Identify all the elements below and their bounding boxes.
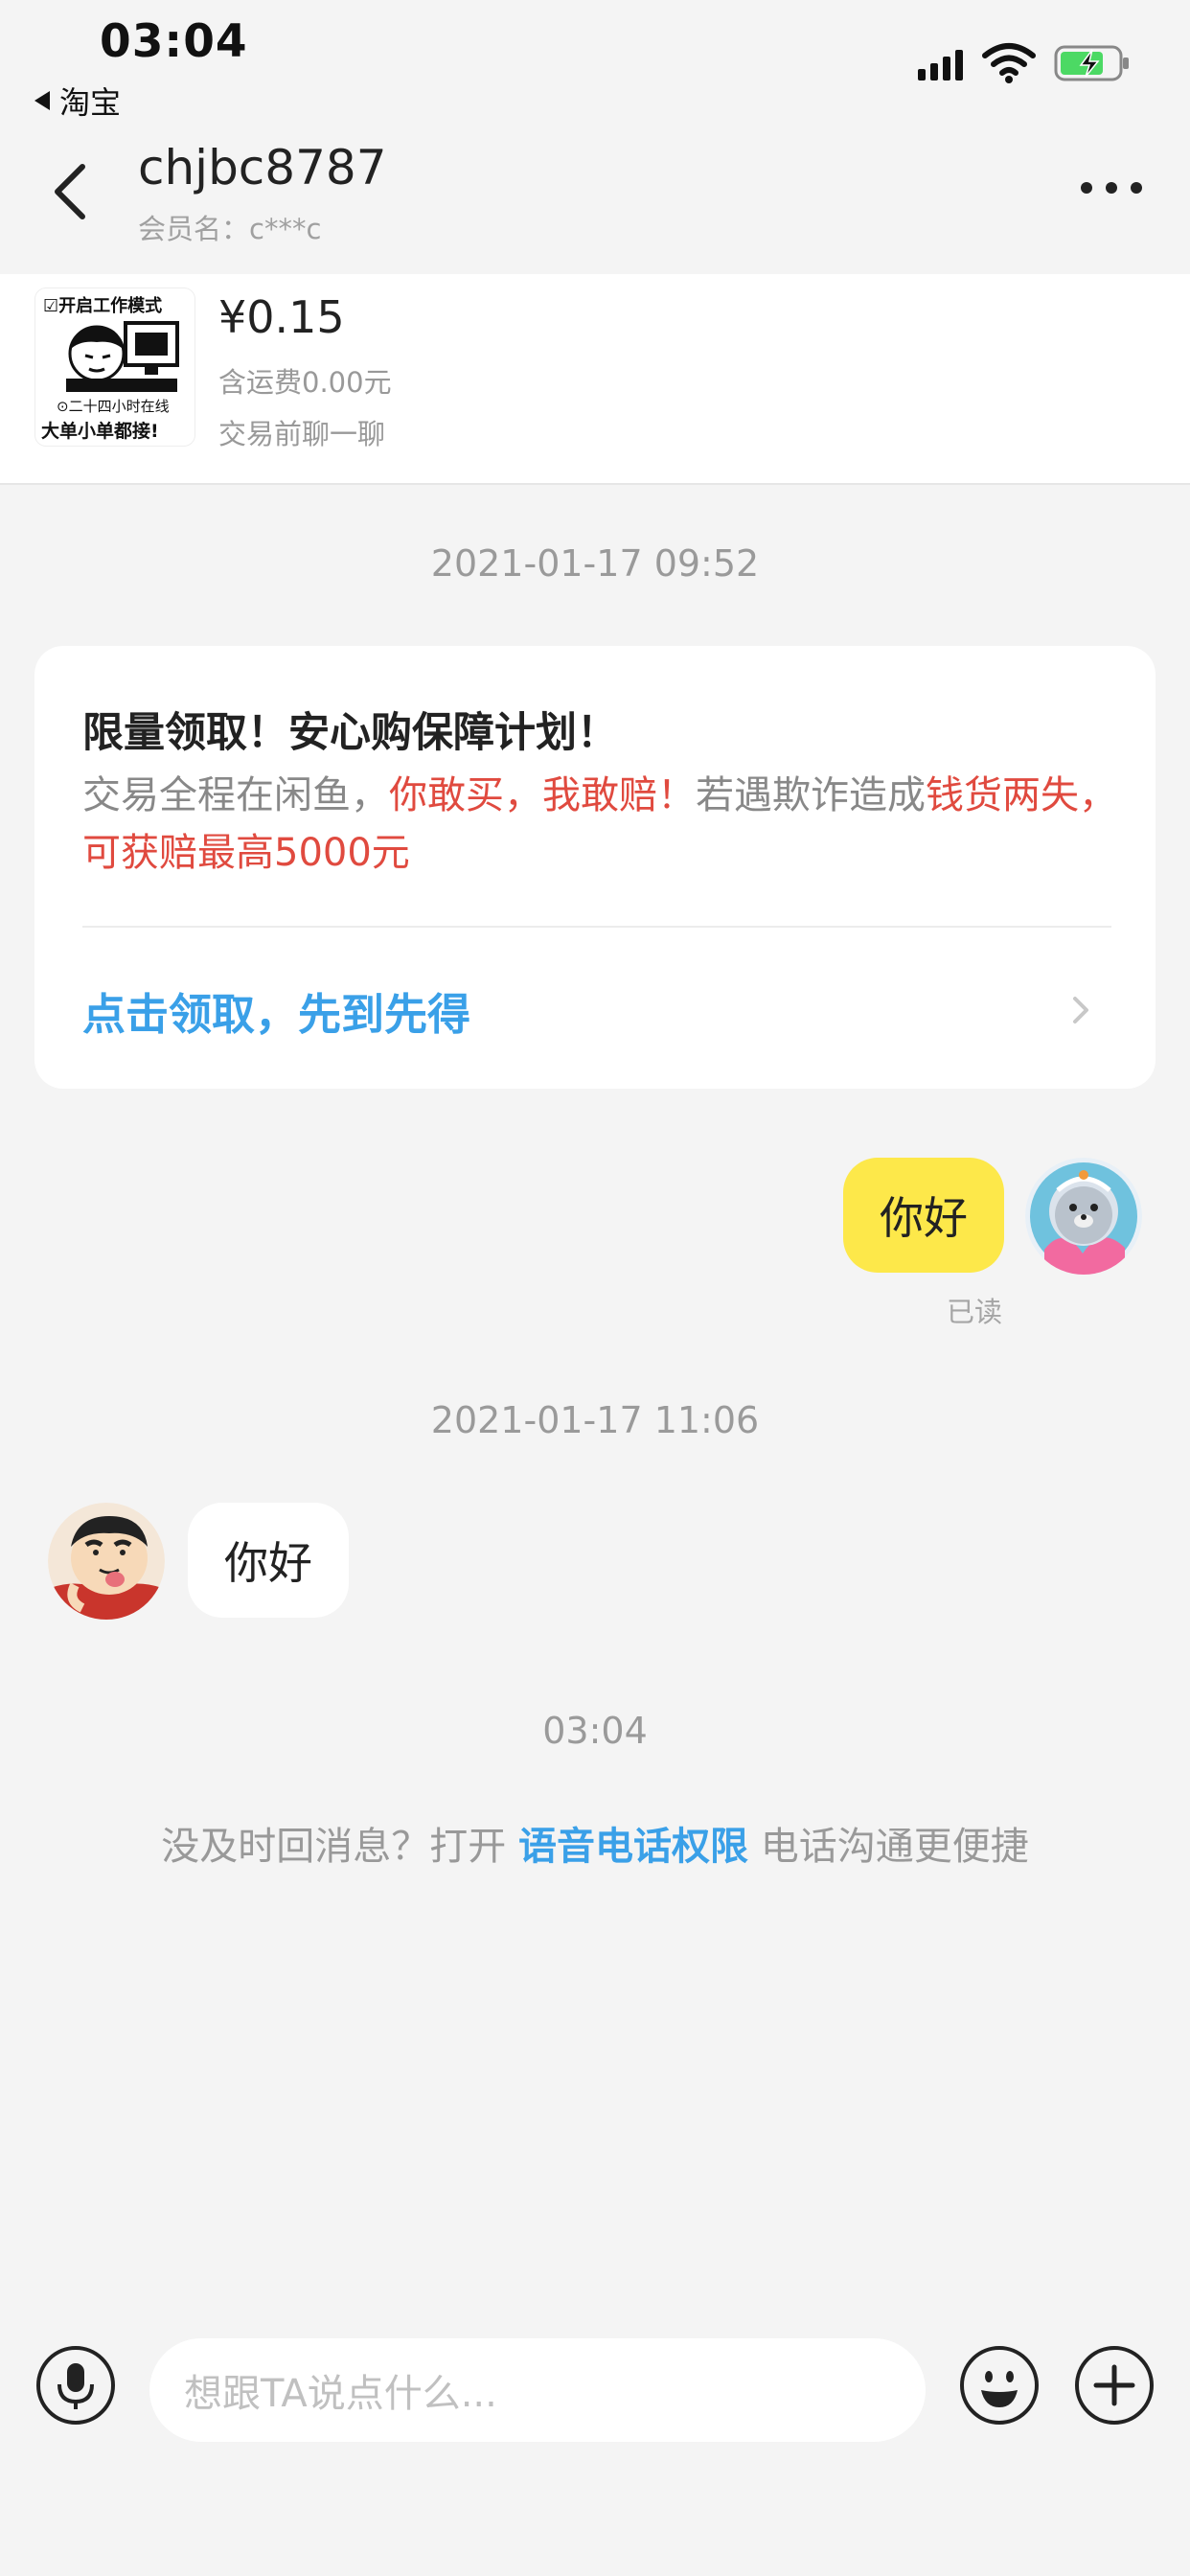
meme-figure-icon: [66, 321, 179, 392]
promo-body-highlight: 你敢买，我敢赔！: [389, 773, 696, 817]
back-triangle-icon: [34, 91, 50, 110]
claim-guarantee-link[interactable]: 点击领取，先到先得: [82, 979, 470, 1042]
voice-call-permission-notice: 没及时回消息？打开 语音电话权限 电话沟通更便捷: [0, 1815, 1190, 1871]
thumb-caption-mid: ⊙二十四小时在线: [57, 398, 170, 415]
promo-body: 交易全程在闲鱼，你敢买，我敢赔！若遇欺诈造成钱货两失，可获赔最高5000元: [82, 767, 1127, 882]
cellular-signal-icon: [918, 48, 963, 80]
promo-title: 限量领取！安心购保障计划！: [82, 709, 618, 757]
chat-title: chjbc8787: [138, 140, 387, 196]
message-timestamp: 2021-01-17 11:06: [430, 1399, 760, 1441]
shipping-fee: 含运费0.00元: [218, 366, 392, 399]
my-avatar[interactable]: [1025, 1158, 1142, 1275]
chat-hint: 交易前聊一聊: [218, 418, 386, 450]
microphone-icon[interactable]: [34, 2344, 117, 2426]
message-timestamp: 03:04: [542, 1710, 648, 1752]
notice-text: 没及时回消息？打开: [161, 1825, 518, 1869]
notice-text: 电话沟通更便捷: [748, 1825, 1029, 1869]
message-input-placeholder: 想跟TA说点什么...: [184, 2372, 497, 2416]
more-options-icon[interactable]: [1081, 182, 1142, 194]
guarantee-promo-card: 限量领取！安心购保障计划！ 交易全程在闲鱼，你敢买，我敢赔！若遇欺诈造成钱货两失…: [34, 646, 1156, 1089]
plus-icon[interactable]: [1073, 2344, 1156, 2426]
message-timestamp: 2021-01-17 09:52: [430, 542, 760, 585]
contact-message-bubble[interactable]: 你好: [188, 1503, 349, 1618]
promo-body-text: 交易全程在闲鱼，: [82, 773, 389, 817]
wifi-icon: [982, 43, 1036, 83]
status-time: 03:04: [100, 15, 248, 68]
message-input[interactable]: 想跟TA说点什么...: [149, 2338, 926, 2442]
my-message-bubble[interactable]: 你好: [843, 1158, 1004, 1273]
product-thumbnail[interactable]: ☑开启工作模式 ⊙二十四小时在线 大单小单都接!: [34, 288, 195, 447]
divider: [82, 926, 1111, 928]
read-status: 已读: [947, 1296, 1003, 1328]
battery-charging-icon: [1054, 45, 1129, 81]
thumb-caption-bottom: 大单小单都接!: [41, 421, 159, 442]
member-name: 会员名：c***c: [138, 213, 322, 245]
emoji-icon[interactable]: [958, 2344, 1041, 2426]
contact-avatar[interactable]: [48, 1503, 165, 1620]
chevron-right-icon[interactable]: [1069, 991, 1092, 1029]
product-price: ¥0.15: [218, 291, 345, 343]
promo-body-text: 若遇欺诈造成: [696, 773, 926, 817]
thumb-caption-top: ☑开启工作模式: [43, 296, 163, 316]
back-chevron-icon[interactable]: [50, 161, 92, 222]
back-to-app-link[interactable]: 淘宝: [34, 79, 121, 123]
back-app-label: 淘宝: [59, 84, 122, 121]
voice-permission-link[interactable]: 语音电话权限: [518, 1825, 748, 1869]
